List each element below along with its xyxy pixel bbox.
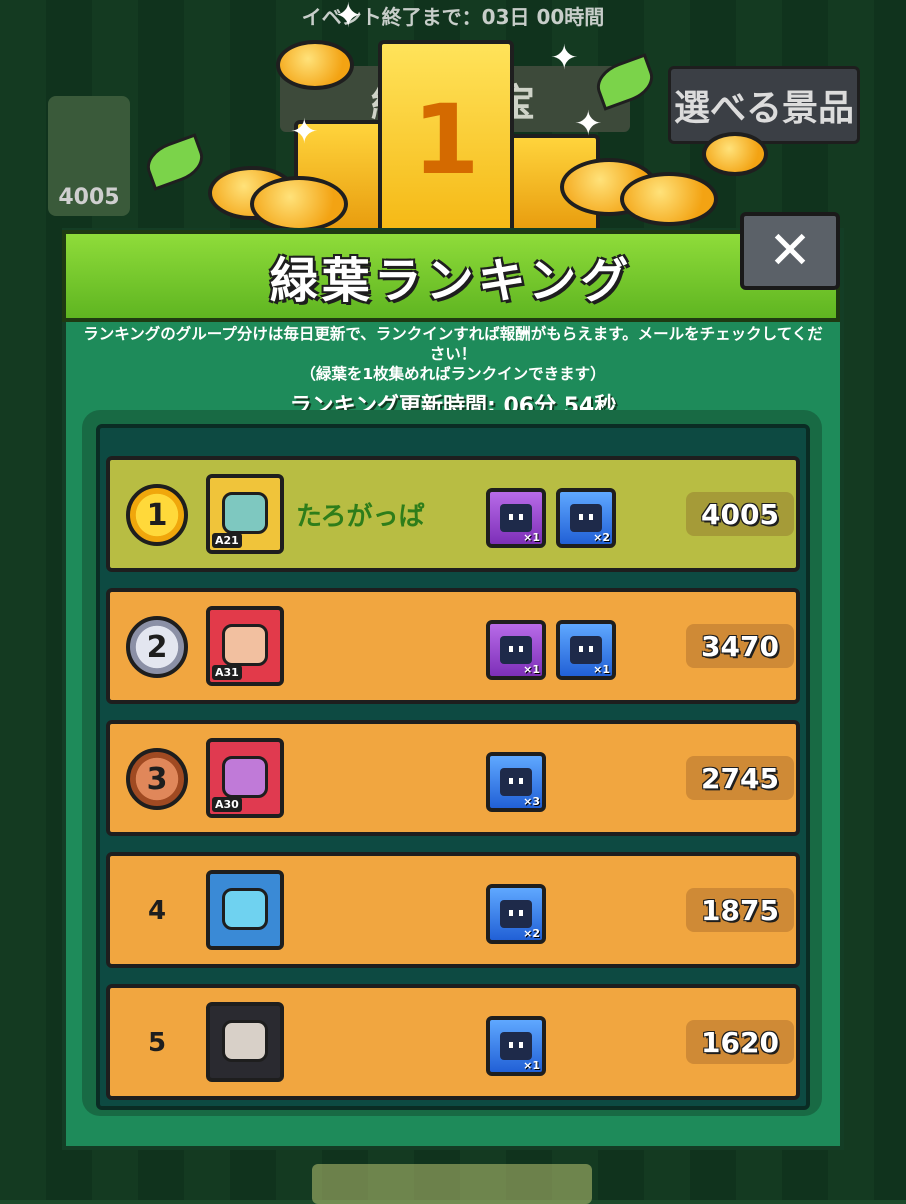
player-score: 3470 (686, 624, 794, 668)
treasure-chest-icon: ×1 (486, 488, 546, 548)
close-icon: ✕ (768, 221, 812, 281)
player-level: A31 (212, 665, 242, 680)
player-avatar[interactable] (206, 870, 284, 950)
description-note: （緑葉を1枚集めればランクインできます） (300, 365, 606, 383)
dialog-title: 緑葉ランキング (269, 253, 633, 309)
reward-quantity: ×1 (523, 663, 540, 676)
avatar-face-icon (222, 624, 268, 666)
player-avatar[interactable] (206, 1002, 284, 1082)
close-button[interactable]: ✕ (740, 212, 840, 290)
description-text: ランキングのグループ分けは毎日更新で、ランクインすれば報酬がもらえます。メールを… (83, 325, 823, 363)
rank-number: 4 (147, 896, 167, 926)
background-bottom-button (312, 1164, 592, 1204)
player-score: 2745 (686, 756, 794, 800)
reward-quantity: ×3 (523, 795, 540, 808)
avatar-face-icon (222, 888, 268, 930)
sparkle-icon: ✦ (550, 38, 579, 78)
player-avatar[interactable]: A30 (206, 738, 284, 818)
ranking-row-4[interactable]: 4 ×2 1875 (106, 852, 800, 968)
reward-quantity: ×2 (523, 927, 540, 940)
avatar-face-icon (222, 1020, 268, 1062)
sparkle-icon: ✦ (334, 0, 363, 36)
reward-quantity: ×1 (523, 1059, 540, 1072)
ranking-description: ランキングのグループ分けは毎日更新で、ランクインすれば報酬がもらえます。メールを… (80, 324, 826, 384)
ranking-row-2[interactable]: 2 A31 ×1 ×1 3470 (106, 588, 800, 704)
rank-number: 1 (146, 497, 168, 533)
rank-medal-icon: 2 (126, 616, 188, 678)
player-name: たろがっぱ (296, 502, 425, 532)
ranking-row-1[interactable]: 1 A21 たろがっぱ ×1 ×2 4005 (106, 456, 800, 572)
player-avatar[interactable]: A31 (206, 606, 284, 686)
treasure-chest-icon: ×3 (486, 752, 546, 812)
my-avatar: 4005 (48, 96, 130, 216)
sparkle-icon: ✦ (574, 104, 603, 144)
treasure-chest-icon: ×1 (486, 620, 546, 680)
avatar-face-icon (222, 492, 268, 534)
trophy-podium-icon: 1 (378, 40, 514, 238)
coin-icon (702, 132, 768, 176)
selectable-prize-button: 選べる景品 (668, 66, 860, 144)
treasure-chest-icon: ×2 (556, 488, 616, 548)
treasure-chest-icon: ×1 (556, 620, 616, 680)
player-avatar[interactable]: A21 (206, 474, 284, 554)
event-countdown-banner: イベント終了まで：03日 00時間 (301, 4, 605, 29)
rank-number: 3 (146, 761, 168, 797)
player-score: 4005 (686, 492, 794, 536)
treasure-chest-icon: ×2 (486, 884, 546, 944)
player-score: 1620 (686, 1020, 794, 1064)
reward-quantity: ×2 (593, 531, 610, 544)
rank-number: 2 (146, 629, 168, 665)
coin-icon (276, 40, 354, 90)
reward-quantity: ×1 (523, 531, 540, 544)
rank-number: 5 (147, 1028, 167, 1058)
rank-medal-icon: 3 (126, 748, 188, 810)
player-score: 1875 (686, 888, 794, 932)
player-level: A30 (212, 797, 242, 812)
player-level: A21 (212, 533, 242, 548)
coin-icon (250, 176, 348, 232)
ranking-row-5[interactable]: 5 ×1 1620 (106, 984, 800, 1100)
podium-place-number: 1 (412, 84, 480, 196)
avatar-face-icon (222, 756, 268, 798)
coin-icon (620, 172, 718, 226)
sparkle-icon: ✦ (290, 112, 319, 152)
rank-medal-icon: 1 (126, 484, 188, 546)
ranking-row-3[interactable]: 3 A30 ×3 2745 (106, 720, 800, 836)
dialog-header: 緑葉ランキング (62, 230, 840, 322)
treasure-chest-icon: ×1 (486, 1016, 546, 1076)
my-score: 4005 (58, 185, 120, 210)
reward-quantity: ×1 (593, 663, 610, 676)
